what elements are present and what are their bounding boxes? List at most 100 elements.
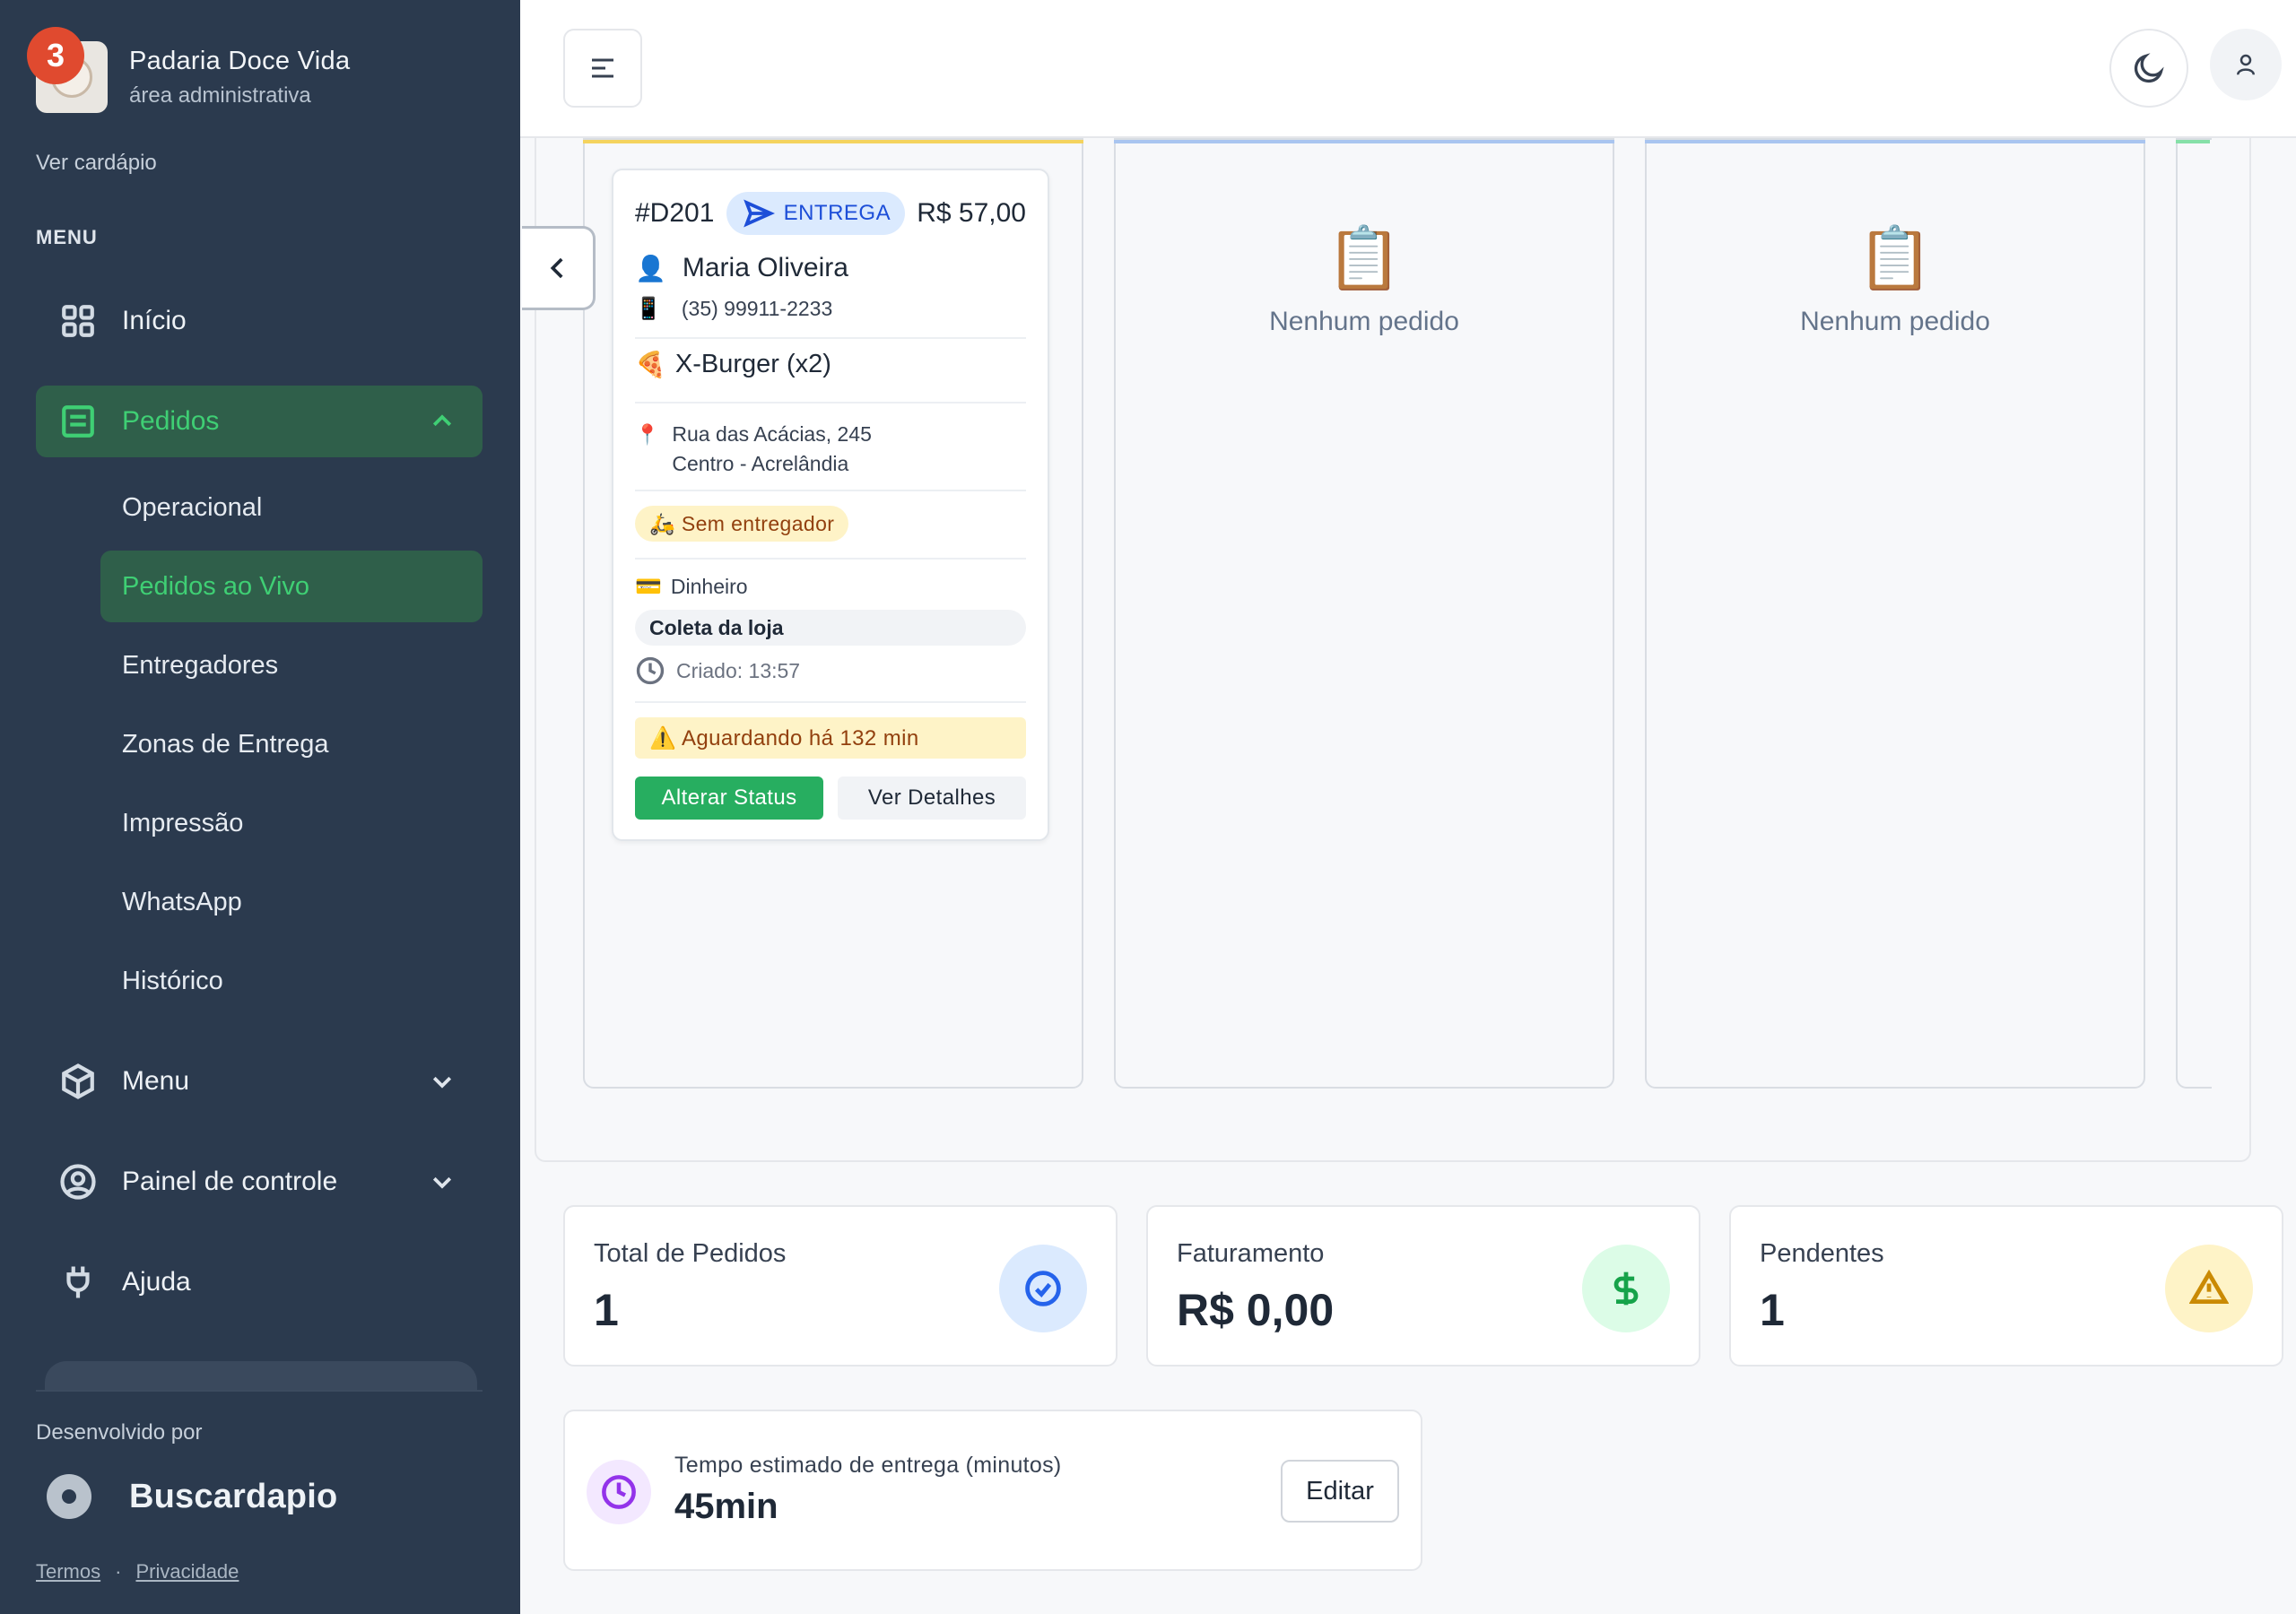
- legal-links: Termos · Privacidade: [36, 1560, 239, 1584]
- sidebar-scroll-edge: [45, 1361, 477, 1390]
- stat-total-orders: Total de Pedidos 1: [563, 1205, 1118, 1367]
- privacy-link[interactable]: Privacidade: [135, 1560, 239, 1584]
- order-card[interactable]: #D201 ENTREGA R$ 57,00 👤 Maria Oliveira …: [612, 169, 1049, 841]
- developed-by-label: Desenvolvido por: [36, 1420, 203, 1445]
- chevron-up-icon: [432, 414, 452, 427]
- address-line-2: Centro - Acrelândia: [672, 452, 849, 475]
- column-color-bar: [1114, 140, 1614, 143]
- sidebar-subitem-whatsapp[interactable]: WhatsApp: [100, 866, 483, 938]
- theme-toggle-button[interactable]: [2109, 29, 2188, 108]
- divider: [635, 337, 1026, 339]
- column-color-bar: [583, 140, 1083, 143]
- stat-pending: Pendentes 1: [1729, 1205, 2283, 1367]
- stat-value: R$ 0,00: [1177, 1285, 1335, 1335]
- hamburger-icon: [592, 58, 613, 78]
- delivery-time-value: 45min: [674, 1487, 778, 1526]
- sidebar-subitem-historico[interactable]: Histórico: [100, 945, 483, 1017]
- courier-status-badge[interactable]: 🛵 Sem entregador: [635, 506, 849, 542]
- delivery-type-label: ENTREGA: [783, 201, 891, 225]
- sidebar-item-label: Painel de controle: [122, 1167, 338, 1196]
- address-line-1: Rua das Acácias, 245: [672, 422, 872, 446]
- sidebar-subitem-operacional[interactable]: Operacional: [100, 472, 483, 543]
- customer-phone: (35) 99911-2233: [681, 297, 833, 320]
- sidebar-subitem-zonas-de-entrega[interactable]: Zonas de Entrega: [100, 708, 483, 780]
- sidebar-item-inicio[interactable]: Início: [36, 285, 483, 357]
- payment-method: Dinheiro: [670, 575, 748, 598]
- user-menu-button[interactable]: [2210, 29, 2282, 100]
- sidebar-item-ajuda[interactable]: Ajuda: [36, 1246, 483, 1318]
- empty-state: 📋 Nenhum pedido: [1116, 222, 1613, 337]
- clock-icon: [636, 656, 665, 685]
- sidebar: 3 Padaria Doce Vida área administrativa …: [0, 0, 520, 1614]
- menu-toggle-button[interactable]: [563, 29, 642, 108]
- legal-separator: ·: [115, 1560, 122, 1583]
- grid-icon: [62, 305, 94, 337]
- order-price: R$ 57,00: [917, 198, 1026, 228]
- empty-state: 📋 Nenhum pedido: [1647, 222, 2144, 337]
- customer-name: Maria Oliveira: [682, 253, 848, 282]
- change-status-button[interactable]: Alterar Status: [635, 777, 823, 820]
- clipboard-icon: 📋: [1326, 224, 1403, 292]
- delivery-time-card: Tempo estimado de entrega (minutos) 45mi…: [563, 1410, 1422, 1571]
- brand-name: Padaria Doce Vida: [129, 46, 351, 75]
- sidebar-item-menu[interactable]: Menu: [36, 1046, 483, 1117]
- sidebar-subitem-impressao[interactable]: Impressão: [100, 787, 483, 859]
- pickup-label: Coleta da loja: [635, 610, 1026, 646]
- stat-label: Pendentes: [1760, 1239, 1884, 1268]
- divider: [635, 558, 1026, 560]
- brand-subtitle: área administrativa: [129, 82, 311, 108]
- pizza-icon: 🍕: [635, 351, 666, 378]
- warning-icon: [2165, 1245, 2253, 1332]
- user-circle-icon: [60, 1164, 96, 1200]
- sidebar-subitem-pedidos-ao-vivo[interactable]: Pedidos ao Vivo: [100, 551, 483, 622]
- divider: [635, 490, 1026, 491]
- developer-logo[interactable]: Buscardapio: [47, 1474, 337, 1519]
- moon-icon: [2134, 53, 2164, 83]
- brand-logo: 3: [27, 27, 108, 113]
- collapse-sidebar-button[interactable]: [522, 226, 596, 310]
- sidebar-item-label: Ajuda: [122, 1267, 191, 1297]
- chevron-left-icon: [550, 257, 563, 279]
- stat-value: 1: [1760, 1285, 1785, 1335]
- sidebar-item-pedidos[interactable]: Pedidos: [36, 386, 483, 457]
- view-menu-link[interactable]: Ver cardápio: [36, 151, 157, 176]
- menu-heading: MENU: [36, 226, 98, 248]
- top-bar: [520, 0, 2296, 138]
- sidebar-divider: [36, 1390, 483, 1392]
- send-icon: [743, 199, 775, 228]
- user-icon: [2237, 54, 2255, 75]
- stat-value: 1: [594, 1285, 619, 1335]
- board-column-partial: [2176, 138, 2212, 1089]
- sidebar-item-label: Pedidos: [122, 406, 220, 436]
- edit-delivery-time-button[interactable]: Editar: [1281, 1460, 1399, 1523]
- sidebar-item-painel-de-controle[interactable]: Painel de controle: [36, 1146, 483, 1218]
- stat-label: Total de Pedidos: [594, 1239, 787, 1268]
- sidebar-item-label: Menu: [122, 1066, 190, 1096]
- delivery-time-label: Tempo estimado de entrega (minutos): [674, 1453, 1062, 1478]
- divider: [635, 402, 1026, 404]
- brand[interactable]: 3 Padaria Doce Vida área administrativa: [27, 27, 351, 113]
- waiting-alert: ⚠️ Aguardando há 132 min: [635, 717, 1026, 759]
- clock-icon: [587, 1460, 651, 1524]
- terms-link[interactable]: Termos: [36, 1560, 100, 1584]
- check-circle-icon: [999, 1245, 1087, 1332]
- developer-name: Buscardapio: [129, 1477, 338, 1515]
- created-time: Criado: 13:57: [676, 658, 801, 682]
- board-column: 📋 Nenhum pedido: [1114, 138, 1614, 1089]
- box-icon: [62, 1063, 94, 1099]
- view-details-button[interactable]: Ver Detalhes: [838, 777, 1026, 820]
- sidebar-subitem-entregadores[interactable]: Entregadores: [100, 629, 483, 701]
- empty-text: Nenhum pedido: [1269, 307, 1459, 336]
- chevron-down-icon: [432, 1076, 452, 1089]
- column-color-bar: [2176, 140, 2210, 143]
- pin-icon: 📍: [635, 423, 660, 446]
- credit-card-icon: 💳: [635, 575, 662, 599]
- column-color-bar: [1645, 140, 2145, 143]
- orders-icon: [62, 405, 94, 438]
- aperture-icon: [47, 1474, 91, 1519]
- order-id: #D201: [635, 198, 715, 228]
- sidebar-item-label: Início: [122, 306, 187, 335]
- empty-text: Nenhum pedido: [1800, 307, 1990, 336]
- person-icon: 👤: [635, 254, 666, 282]
- notification-badge[interactable]: 3: [27, 27, 84, 84]
